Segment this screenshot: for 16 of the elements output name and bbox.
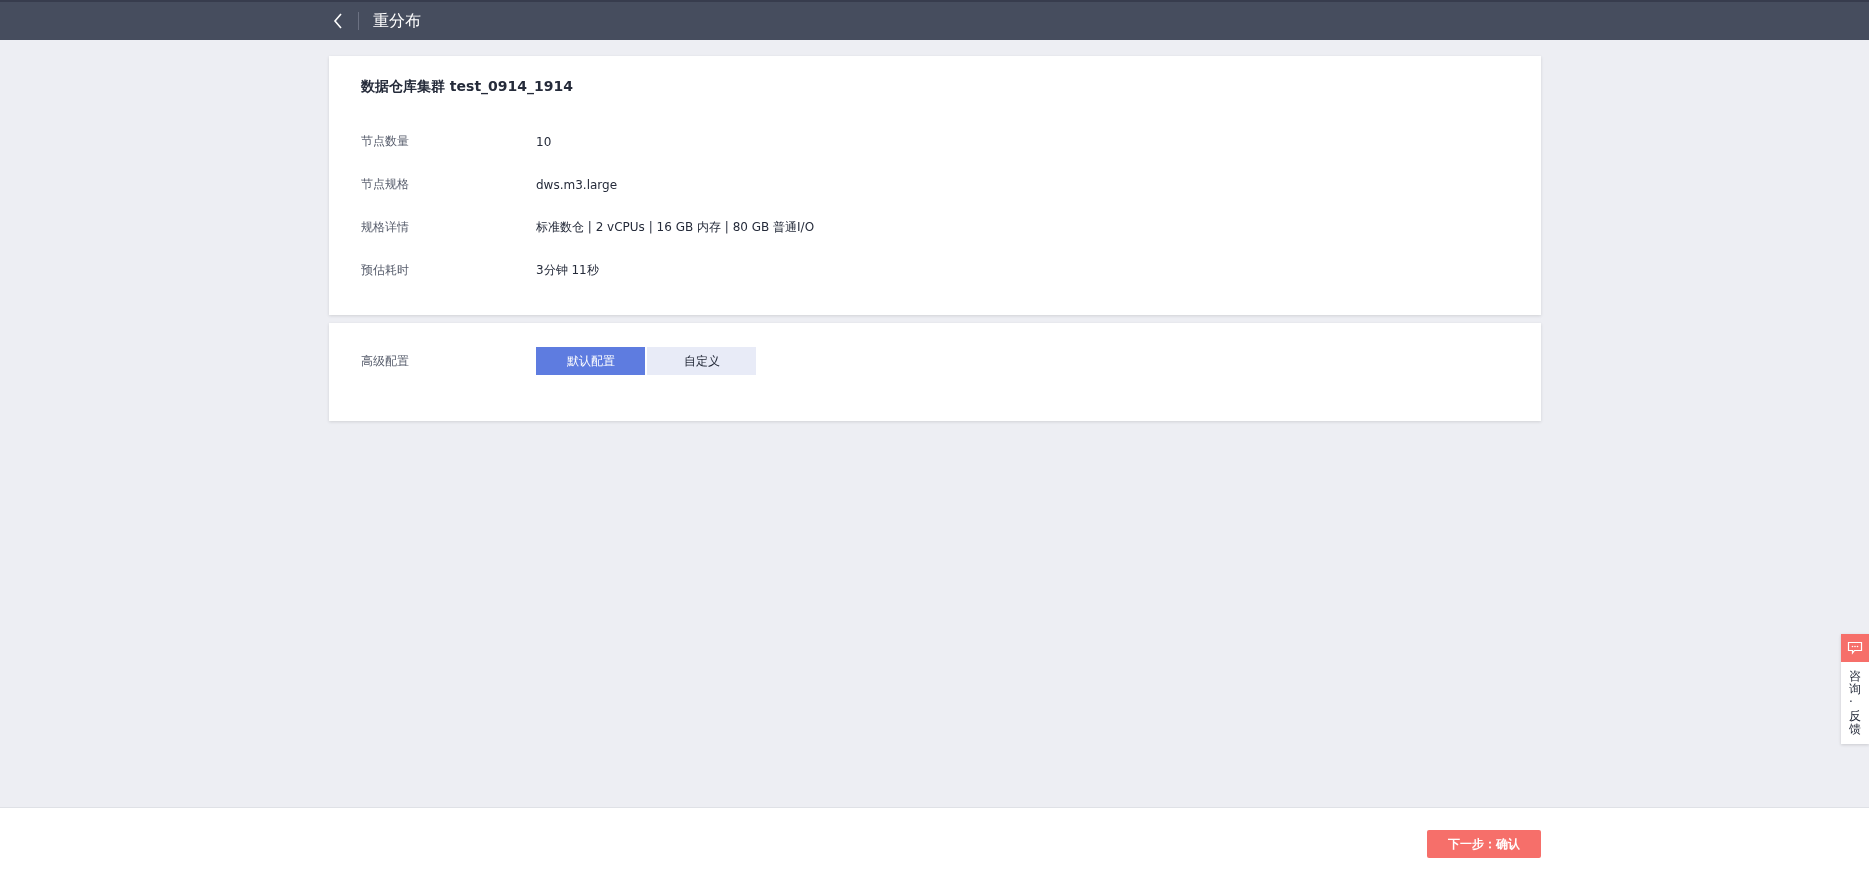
field-label: 节点数量 — [361, 133, 410, 150]
card-title: 数据仓库集群 test_0914_1914 — [361, 78, 575, 96]
field-label: 预估耗时 — [361, 262, 410, 279]
field-value: 标准数仓 | 2 vCPUs | 16 GB 内存 | 80 GB 普通I/O — [536, 219, 815, 236]
field-value: 10 — [536, 134, 552, 149]
back-icon[interactable] — [332, 13, 344, 29]
field-label: 节点规格 — [361, 176, 410, 193]
field-value: 3分钟 11秒 — [536, 262, 599, 279]
page-title: 重分布 — [373, 10, 421, 32]
chat-icon — [1847, 641, 1863, 655]
field-label: 规格详情 — [361, 219, 410, 236]
field-value: dws.m3.large — [536, 177, 618, 192]
segment-option[interactable]: 自定义 — [647, 347, 756, 375]
feedback-button[interactable] — [1841, 634, 1869, 662]
segment-option[interactable]: 默认配置 — [536, 347, 645, 375]
field-label: 高级配置 — [361, 352, 410, 370]
